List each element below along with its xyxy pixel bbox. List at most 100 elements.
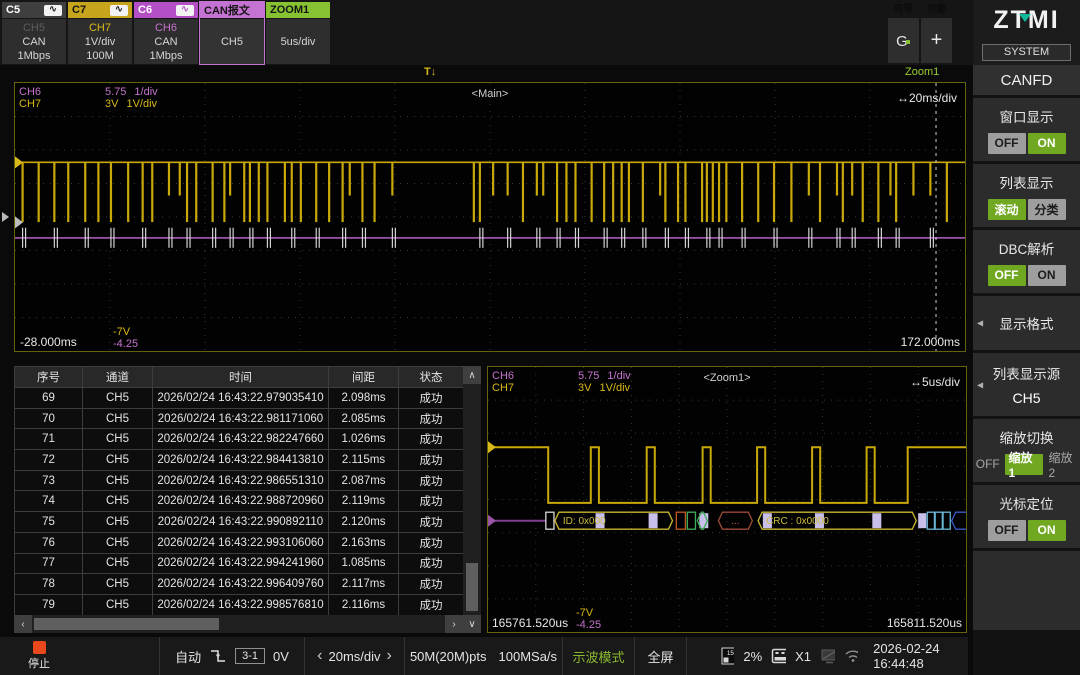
trigger-level-value[interactable]: 0V	[273, 649, 289, 664]
table-row[interactable]: 71CH52026/02/24 16:43:22.9822476601.026m…	[15, 429, 464, 450]
system-button[interactable]: SYSTEM	[982, 44, 1071, 61]
tab-body: CH71V/div100M	[68, 19, 132, 64]
tab-header: CAN报文	[200, 2, 264, 18]
toggle-option[interactable]: 缩放1	[1005, 454, 1043, 475]
scroll-up-icon[interactable]: ∧	[463, 366, 481, 384]
table-cell: 成功	[399, 512, 464, 533]
table-row[interactable]: 75CH52026/02/24 16:43:22.9908921102.120m…	[15, 512, 464, 533]
table-cell: CH5	[83, 512, 153, 533]
sample-rate: 100MSa/s	[499, 649, 558, 664]
table-cell: 1.085ms	[329, 553, 399, 574]
table-cell: 2026/02/24 16:43:22.984413810	[153, 450, 329, 471]
timebase-increase-chevron[interactable]: ›	[387, 650, 392, 662]
scroll-right-icon[interactable]: ›	[445, 615, 463, 633]
tab-body: CH5	[200, 19, 264, 64]
toggle-option[interactable]: ON	[1028, 520, 1066, 541]
tab-can-msg[interactable]: CAN报文CH5	[200, 2, 264, 64]
wizard-button[interactable]: 向导 G	[888, 2, 919, 63]
fullscreen-button[interactable]: 全屏	[647, 647, 673, 666]
message-table-grid[interactable]: 序号通道时间间距状态 69CH52026/02/24 16:43:22.9790…	[14, 366, 464, 616]
falling-edge-trigger-icon[interactable]	[209, 648, 227, 664]
table-cell: 成功	[399, 470, 464, 491]
trigger-position-marker[interactable]: T↓	[424, 66, 436, 78]
table-cell: 2026/02/24 16:43:22.996409760	[153, 574, 329, 595]
table-cell: 2026/02/24 16:43:22.990892110	[153, 512, 329, 533]
toggle-option[interactable]: OFF	[973, 454, 1003, 475]
usb-multiplier: X1	[795, 649, 811, 664]
table-cell: 77	[15, 553, 83, 574]
tab-c5[interactable]: C5∿CH5CAN1Mbps	[2, 2, 66, 64]
column-header: 时间	[153, 367, 329, 388]
external-display-icon[interactable]	[820, 648, 835, 664]
timebase-decrease-chevron[interactable]: ‹	[317, 650, 322, 662]
horizontal-scroll-thumb[interactable]	[34, 618, 219, 630]
sidebar-menu: CANFD 窗口显示OFFON列表显示滚动分类DBC解析OFFON◀显示格式◀列…	[973, 65, 1080, 675]
sidebar-item-dbc-parse[interactable]: DBC解析OFFON	[973, 230, 1080, 293]
sidebar-item-cursor-position[interactable]: 光标定位OFFON	[973, 485, 1080, 548]
table-row[interactable]: 73CH52026/02/24 16:43:22.9865513102.087m…	[15, 470, 464, 491]
toggle-option[interactable]: ON	[1028, 265, 1066, 286]
toggle-option[interactable]: 分类	[1028, 199, 1066, 220]
table-row[interactable]: 72CH52026/02/24 16:43:22.9844138102.115m…	[15, 450, 464, 471]
function-button[interactable]: 功能 +	[921, 2, 952, 63]
tab-c7[interactable]: C7∿CH71V/div100M	[68, 2, 132, 64]
table-row[interactable]: 76CH52026/02/24 16:43:22.9931060602.163m…	[15, 532, 464, 553]
main-waveform-panel[interactable]: CH65.751/div CH73V1V/div <Main> ↔20ms/di…	[14, 82, 966, 352]
can-message-table: 序号通道时间间距状态 69CH52026/02/24 16:43:22.9790…	[14, 366, 481, 633]
tab-c6[interactable]: C6∿CH6CAN1Mbps	[134, 2, 198, 64]
table-row[interactable]: 77CH52026/02/24 16:43:22.9942419601.085m…	[15, 553, 464, 574]
vertical-scrollbar[interactable]: ∧ ∨	[463, 366, 481, 633]
tab-label: ZOOM1	[270, 4, 309, 16]
trigger-mode-auto[interactable]: 自动	[175, 647, 201, 666]
trigger-source-badge[interactable]: 3-1	[235, 648, 265, 664]
scope-mode-button[interactable]: 示波模式	[572, 647, 624, 666]
table-row[interactable]: 79CH52026/02/24 16:43:22.9985768102.116m…	[15, 594, 464, 615]
scroll-left-icon[interactable]: ‹	[14, 615, 32, 633]
table-cell: CH5	[83, 429, 153, 450]
sidebar-item-zoom-switch[interactable]: 缩放切换 OFF缩放1缩放2	[973, 419, 1080, 482]
table-row[interactable]: 70CH52026/02/24 16:43:22.9811710602.085m…	[15, 408, 464, 429]
zoom1-tag: Zoom1	[905, 66, 939, 78]
stop-icon	[33, 641, 46, 654]
timebase-group: ‹ 20ms/div ›	[305, 637, 405, 675]
table-cell: CH5	[83, 388, 153, 409]
toggle-option[interactable]: OFF	[988, 265, 1026, 286]
table-row[interactable]: 74CH52026/02/24 16:43:22.9887209602.119m…	[15, 491, 464, 512]
trigger-level-edge-marker[interactable]	[2, 212, 9, 222]
toggle-option[interactable]: ON	[1028, 133, 1066, 154]
stop-button[interactable]: 停止	[28, 641, 50, 671]
table-cell: 成功	[399, 532, 464, 553]
sidebar-item-label: 缩放切换	[1000, 427, 1054, 447]
frame-badge-text: 150	[727, 651, 734, 657]
wizard-g-icon: G	[893, 31, 915, 51]
sidebar-item-list-display[interactable]: 列表显示滚动分类	[973, 164, 1080, 227]
wifi-icon[interactable]	[844, 649, 858, 663]
toggle-option[interactable]: 滚动	[988, 199, 1026, 220]
table-cell: 2026/02/24 16:43:22.994241960	[153, 553, 329, 574]
usb-drive-icon[interactable]	[771, 648, 786, 665]
toggle-option[interactable]: OFF	[988, 520, 1026, 541]
table-row[interactable]: 69CH52026/02/24 16:43:22.9790354102.098m…	[15, 388, 464, 409]
status-bar: 停止 自动 3-1 0V ‹ 20ms/div › 50M(20M)pts 10…	[0, 637, 968, 675]
toggle-group: OFFON	[988, 133, 1066, 154]
sidebar-item-display-format[interactable]: ◀显示格式	[973, 296, 1080, 350]
table-row[interactable]: 78CH52026/02/24 16:43:22.9964097602.117m…	[15, 574, 464, 595]
fullscreen-group: 全屏	[635, 637, 687, 675]
horizontal-scrollbar[interactable]: ‹ ›	[14, 615, 463, 633]
vertical-scroll-thumb[interactable]	[466, 563, 478, 611]
tab-zoom1[interactable]: ZOOM15us/div	[266, 2, 330, 64]
table-cell: 2.117ms	[329, 574, 399, 595]
toggle-option[interactable]: OFF	[988, 133, 1026, 154]
table-cell: 2.085ms	[329, 408, 399, 429]
scroll-down-icon[interactable]: ∨	[463, 615, 481, 633]
brand-panel: ZTMI SYSTEM	[973, 0, 1080, 65]
wizard-label: 向导	[888, 2, 919, 17]
zoom-waveform-panel[interactable]: CH65.751/div CH73V1V/div <Zoom1> ↔5us/di…	[487, 366, 967, 633]
tab-body: CH6CAN1Mbps	[134, 19, 198, 64]
timebase-value[interactable]: 20ms/div	[328, 649, 380, 664]
toggle-option[interactable]: 缩放2	[1045, 454, 1080, 475]
sidebar-item-list-source[interactable]: ◀列表显示源CH5	[973, 353, 1080, 416]
sidebar-item-window-display[interactable]: 窗口显示OFFON	[973, 98, 1080, 161]
table-cell: 成功	[399, 388, 464, 409]
record-length: 50M(20M)pts	[410, 649, 487, 664]
